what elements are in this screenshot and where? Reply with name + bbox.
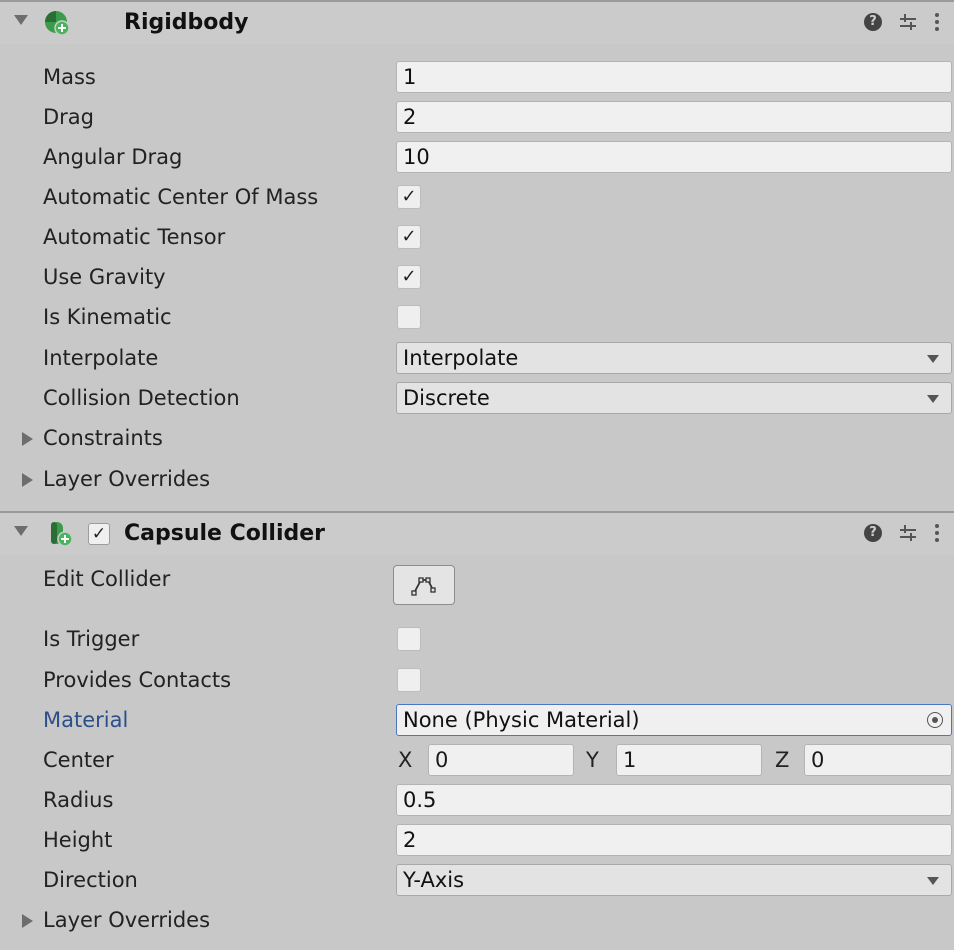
is-trigger-row: Is Trigger xyxy=(0,620,954,660)
provides-contacts-row: Provides Contacts xyxy=(0,661,954,701)
collapse-triangle-icon[interactable] xyxy=(14,526,28,536)
layer-overrides-label: Layer Overrides xyxy=(43,467,211,491)
material-row: Material None (Physic Material) xyxy=(0,701,954,741)
material-object-field[interactable]: None (Physic Material) xyxy=(396,704,952,736)
inspector-panel: Rigidbody ? Mass 1 Drag 2 Angular Drag 1… xyxy=(0,0,954,950)
edit-collider-button[interactable] xyxy=(393,565,455,605)
center-label: Center xyxy=(43,748,114,772)
object-picker-icon[interactable] xyxy=(927,712,943,728)
height-label: Height xyxy=(43,828,113,852)
capsule-layer-overrides-foldout[interactable]: Layer Overrides xyxy=(0,901,954,941)
is-trigger-checkbox[interactable] xyxy=(397,627,421,651)
direction-value: Y-Axis xyxy=(403,868,465,892)
auto-tensor-checkbox[interactable]: ✓ xyxy=(397,225,421,249)
interpolate-row: Interpolate Interpolate xyxy=(0,339,954,379)
auto-tensor-label: Automatic Tensor xyxy=(43,225,226,249)
component-title: Rigidbody xyxy=(124,10,249,35)
drag-field[interactable]: 2 xyxy=(396,101,952,133)
center-x-field[interactable]: 0 xyxy=(428,744,574,776)
mass-field[interactable]: 1 xyxy=(396,61,952,93)
height-field[interactable]: 2 xyxy=(396,824,952,856)
center-y-label[interactable]: Y xyxy=(586,748,599,772)
use-gravity-label: Use Gravity xyxy=(43,265,166,289)
center-row: Center X 0 Y 1 Z 0 xyxy=(0,741,954,781)
interpolate-dropdown[interactable]: Interpolate xyxy=(396,342,952,374)
center-x-label[interactable]: X xyxy=(398,748,412,772)
material-label[interactable]: Material xyxy=(43,708,128,732)
direction-label: Direction xyxy=(43,868,138,892)
auto-center-row: Automatic Center Of Mass ✓ xyxy=(0,178,954,218)
use-gravity-row: Use Gravity ✓ xyxy=(0,258,954,298)
direction-dropdown[interactable]: Y-Axis xyxy=(396,864,952,896)
mass-label: Mass xyxy=(43,65,96,89)
layer-overrides-label: Layer Overrides xyxy=(43,908,211,932)
capsule-collider-icon xyxy=(51,522,73,547)
edit-collider-icon xyxy=(411,577,436,596)
expand-triangle-icon[interactable] xyxy=(22,432,33,446)
auto-center-label: Automatic Center Of Mass xyxy=(43,185,319,209)
collision-detection-row: Collision Detection Discrete xyxy=(0,379,954,419)
edit-collider-label: Edit Collider xyxy=(43,567,171,591)
height-row: Height 2 xyxy=(0,821,954,861)
is-kinematic-label: Is Kinematic xyxy=(43,305,172,329)
dropdown-arrow-icon xyxy=(927,395,939,403)
rigidbody-layer-overrides-foldout[interactable]: Layer Overrides xyxy=(0,460,954,500)
collision-detection-value: Discrete xyxy=(403,386,490,410)
interpolate-value: Interpolate xyxy=(403,346,519,370)
auto-tensor-row: Automatic Tensor ✓ xyxy=(0,218,954,258)
collision-detection-dropdown[interactable]: Discrete xyxy=(396,382,952,414)
edit-collider-row: Edit Collider xyxy=(0,560,954,610)
constraints-label: Constraints xyxy=(43,426,163,450)
radius-field[interactable]: 0.5 xyxy=(396,784,952,816)
center-y-field[interactable]: 1 xyxy=(616,744,762,776)
kebab-menu-icon[interactable] xyxy=(934,11,940,33)
radius-label: Radius xyxy=(43,788,114,812)
is-kinematic-checkbox[interactable] xyxy=(397,305,421,329)
angular-drag-field[interactable]: 10 xyxy=(396,141,952,173)
help-icon[interactable]: ? xyxy=(864,524,882,542)
center-z-field[interactable]: 0 xyxy=(804,744,952,776)
constraints-foldout[interactable]: Constraints xyxy=(0,419,954,459)
provides-contacts-checkbox[interactable] xyxy=(397,668,421,692)
presets-icon[interactable] xyxy=(898,12,918,32)
presets-icon[interactable] xyxy=(898,523,918,543)
expand-triangle-icon[interactable] xyxy=(22,473,33,487)
angular-drag-row: Angular Drag 10 xyxy=(0,138,954,178)
use-gravity-checkbox[interactable]: ✓ xyxy=(397,265,421,289)
provides-contacts-label: Provides Contacts xyxy=(43,668,232,692)
drag-label: Drag xyxy=(43,105,95,129)
angular-drag-label: Angular Drag xyxy=(43,145,183,169)
mass-row: Mass 1 xyxy=(0,58,954,98)
direction-row: Direction Y-Axis xyxy=(0,861,954,901)
rigidbody-icon xyxy=(45,11,70,36)
rigidbody-header[interactable]: Rigidbody ? xyxy=(0,0,954,44)
is-trigger-label: Is Trigger xyxy=(43,627,140,651)
collapse-triangle-icon[interactable] xyxy=(14,15,28,25)
dropdown-arrow-icon xyxy=(927,355,939,363)
collision-detection-label: Collision Detection xyxy=(43,386,240,410)
component-title: Capsule Collider xyxy=(124,521,326,546)
center-z-label[interactable]: Z xyxy=(775,748,789,772)
interpolate-label: Interpolate xyxy=(43,346,159,370)
is-kinematic-row: Is Kinematic xyxy=(0,298,954,338)
material-value: None (Physic Material) xyxy=(403,708,640,732)
drag-row: Drag 2 xyxy=(0,98,954,138)
radius-row: Radius 0.5 xyxy=(0,781,954,821)
component-enabled-checkbox[interactable]: ✓ xyxy=(88,523,110,545)
kebab-menu-icon[interactable] xyxy=(934,522,940,544)
dropdown-arrow-icon xyxy=(927,877,939,885)
help-icon[interactable]: ? xyxy=(864,13,882,31)
expand-triangle-icon[interactable] xyxy=(22,914,33,928)
capsule-collider-header[interactable]: ✓ Capsule Collider ? xyxy=(0,511,954,555)
auto-center-checkbox[interactable]: ✓ xyxy=(397,185,421,209)
